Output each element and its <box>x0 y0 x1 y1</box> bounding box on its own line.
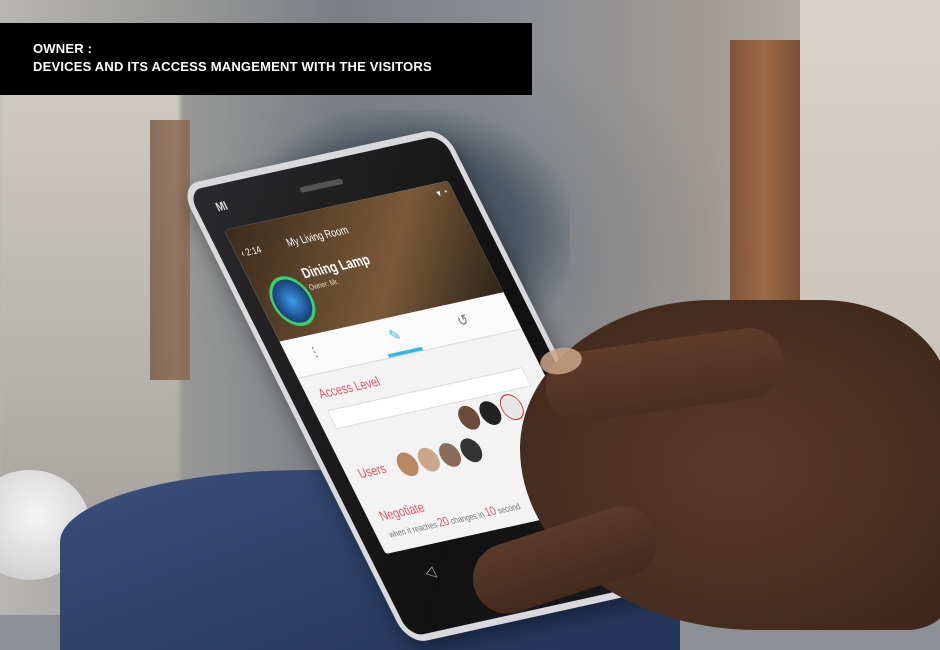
active-tab-indicator <box>387 346 424 358</box>
room-title: My Living Room <box>284 224 352 250</box>
seconds-label: second <box>495 501 523 516</box>
phone-speaker <box>298 178 344 193</box>
user-avatars <box>392 436 491 483</box>
changes-label: changes in <box>448 509 487 527</box>
caption-line-1: OWNER : <box>33 41 93 56</box>
caption-banner: OWNER : DEVICES AND ITS ACCESS MANGEMENT… <box>0 23 532 95</box>
history-clock-icon[interactable]: ↺ <box>453 311 472 331</box>
access-level-title: Access Level <box>315 373 383 402</box>
back-arrow-icon[interactable]: ‹ 2:14 <box>239 244 264 259</box>
device-avatar[interactable] <box>260 272 325 330</box>
brand-logo: MI <box>213 199 231 215</box>
caption-line-2: DEVICES AND ITS ACCESS MANGEMENT WITH TH… <box>33 59 432 74</box>
back-nav-icon[interactable]: ◁ <box>421 562 439 582</box>
blurred-wooden-frame <box>150 120 190 380</box>
device-name: Dining Lamp <box>298 250 373 282</box>
negotiate-prefix: when it reaches <box>386 519 440 540</box>
status-time: 2:14 <box>243 243 264 258</box>
mixer-icon[interactable]: ⫶ <box>309 344 321 363</box>
edit-pen-icon[interactable]: ✎ <box>386 326 405 346</box>
device-subtitle: Owner: Mr. <box>307 278 341 293</box>
status-bar-icons: ▾ ◔ <box>434 186 451 200</box>
users-title: Users <box>355 460 390 482</box>
